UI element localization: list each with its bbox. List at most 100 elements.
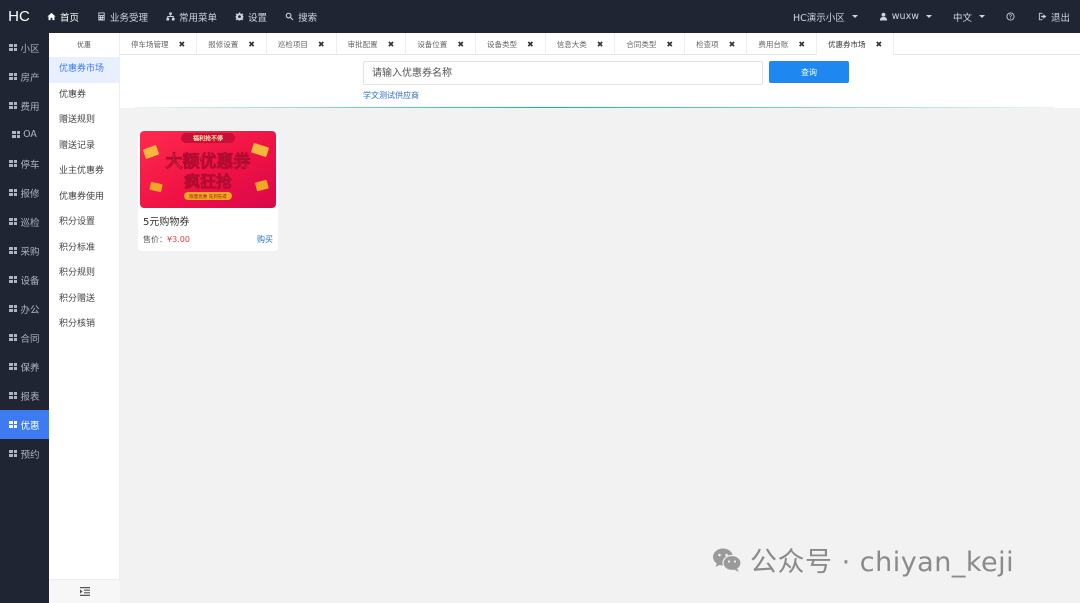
sidebar-item-inspection[interactable]: 巡检 [0,207,49,236]
submenu-item-gift-records[interactable]: 赠送记录 [49,134,119,160]
close-icon[interactable]: ✖ [798,40,805,49]
supplier-link[interactable]: 学文测试供应商 [363,90,419,101]
nav-common-menu-label: 常用菜单 [179,12,218,24]
sidebar-item-fees[interactable]: 费用 [0,91,49,120]
close-icon[interactable]: ✖ [597,40,604,49]
sidebar-item-repair[interactable]: 报修 [0,178,49,207]
search-icon [285,12,294,21]
submenu-item-coupon-usage[interactable]: 优惠券使用 [49,185,119,211]
sidebar-item-discount[interactable]: 优惠 [0,410,49,439]
app-logo[interactable]: HC [0,8,38,25]
close-icon[interactable]: ✖ [729,40,736,49]
nav-home[interactable]: 首页 [38,0,88,33]
community-dropdown[interactable]: HC演示小区 [784,0,870,33]
tab-approval-config[interactable]: 审批配置 ✖ [337,33,407,55]
user-icon [879,12,887,21]
user-name: wuxw [891,11,919,22]
tab-check-items[interactable]: 检查项 ✖ [685,33,748,55]
tab-info-category[interactable]: 信息大类 ✖ [546,33,616,55]
close-icon[interactable]: ✖ [527,40,534,49]
sidebar-item-label: 采购 [20,246,40,258]
nav-business[interactable]: 业务受理 [88,0,157,33]
sidebar-item-booking[interactable]: 预约 [0,439,49,468]
coupon-card[interactable]: 福利抢不停 大额优惠券 疯狂抢 限量优惠 先到先得 5元购物券 售价：¥3.00… [138,130,278,251]
grid-icon [9,73,18,80]
nav-search[interactable]: 搜索 [276,0,326,33]
submenu-item-points-settings[interactable]: 积分设置 [49,210,119,236]
logout-button[interactable]: 退出 [1029,0,1080,33]
tab-equipment-location[interactable]: 设备位置 ✖ [406,33,477,55]
sidebar-item-label: 报修 [20,188,40,200]
list-indent-icon [79,587,90,596]
tab-contract-type[interactable]: 合同类型 ✖ [615,33,686,55]
tab-label: 设备位置 [417,39,448,49]
nav-business-label: 业务受理 [110,12,149,24]
coupon-price: 售价：¥3.00 [143,234,190,245]
logout-label: 退出 [1050,12,1070,24]
divider [134,107,1054,108]
tab-equipment-type[interactable]: 设备类型 ✖ [476,33,546,55]
tab-label: 信息大类 [556,39,587,49]
submenu-item-owner-coupons[interactable]: 业主优惠券 [49,159,119,185]
submenu-collapse-button[interactable] [49,579,120,603]
help-button[interactable] [997,0,1029,33]
tab-repair-settings[interactable]: 报修设置 ✖ [197,33,267,55]
main-sidebar: 小区 房产 费用 OA 停车 报修 巡检 采购 设备 办公 合同 保养 报表 优… [0,33,49,603]
banner-headline-line2: 疯狂抢 [184,172,233,191]
sidebar-item-parking[interactable]: 停车 [0,149,49,178]
sidebar-item-purchase[interactable]: 采购 [0,236,49,265]
grid-icon [9,363,18,370]
nav-settings[interactable]: 设置 [226,0,276,33]
tab-inspection-items[interactable]: 巡检项目 ✖ [267,33,337,55]
sidebar-item-label: 报表 [20,391,40,403]
sidebar-item-contract[interactable]: 合同 [0,323,49,352]
top-navbar: HC 首页 业务受理 常用菜单 设置 搜索 HC演示小区 wuxw 中文 退出 [0,0,1080,33]
submenu-item-gift-rules[interactable]: 赠送规则 [49,108,119,134]
sidebar-item-oa[interactable]: OA [0,120,49,149]
sidebar-item-equipment[interactable]: 设备 [0,265,49,294]
sidebar-item-property[interactable]: 房产 [0,62,49,91]
submenu-item-points-writeoff[interactable]: 积分核销 [49,312,119,338]
grid-icon [9,44,18,51]
sitemap-icon [166,12,175,21]
query-button[interactable]: 查询 [769,61,849,83]
close-icon[interactable]: ✖ [179,40,186,49]
close-icon[interactable]: ✖ [248,40,255,49]
nav-home-label: 首页 [60,12,80,24]
buy-button[interactable]: 购买 [257,234,273,245]
tab-label: 审批配置 [347,39,378,49]
sidebar-item-label: 合同 [20,333,40,345]
close-icon[interactable]: ✖ [457,40,464,49]
user-dropdown[interactable]: wuxw [870,0,944,33]
sidebar-item-reports[interactable]: 报表 [0,381,49,410]
close-icon[interactable]: ✖ [666,40,673,49]
search-panel: 查询 学文测试供应商 [120,55,1080,108]
close-icon[interactable]: ✖ [318,40,325,49]
sidebar-item-label: 保养 [20,362,40,374]
submenu-item-coupon-market[interactable]: 优惠券市场 [49,57,119,83]
language-dropdown[interactable]: 中文 [944,0,997,33]
tab-fee-ledger[interactable]: 费用台账 ✖ [747,33,818,55]
submenu-title: 优惠 [77,41,91,49]
grid-icon [9,421,18,428]
grid-icon [9,305,18,312]
coupon-search-input[interactable] [363,61,763,85]
submenu-item-points-standard[interactable]: 积分标准 [49,236,119,262]
tab-label: 巡检项目 [277,39,308,49]
nav-common-menu[interactable]: 常用菜单 [157,0,226,33]
submenu-item-coupons[interactable]: 优惠券 [49,83,119,109]
sidebar-item-community[interactable]: 小区 [0,33,49,62]
sidebar-item-label: 房产 [20,72,40,84]
sidebar-item-maintenance[interactable]: 保养 [0,352,49,381]
submenu-item-points-gift[interactable]: 积分赠送 [49,287,119,313]
close-icon[interactable]: ✖ [388,40,395,49]
tab-parking-lot[interactable]: 停车场管理 ✖ [120,33,198,55]
close-icon[interactable]: ✖ [876,40,883,49]
chevron-down-icon [851,15,858,18]
tab-label: 检查项 [696,39,719,49]
grid-icon [9,218,18,225]
submenu-item-points-rules[interactable]: 积分规则 [49,261,119,287]
sidebar-item-label: 费用 [20,101,40,113]
sidebar-item-office[interactable]: 办公 [0,294,49,323]
tab-coupon-market[interactable]: 优惠券市场 ✖ [817,33,895,55]
